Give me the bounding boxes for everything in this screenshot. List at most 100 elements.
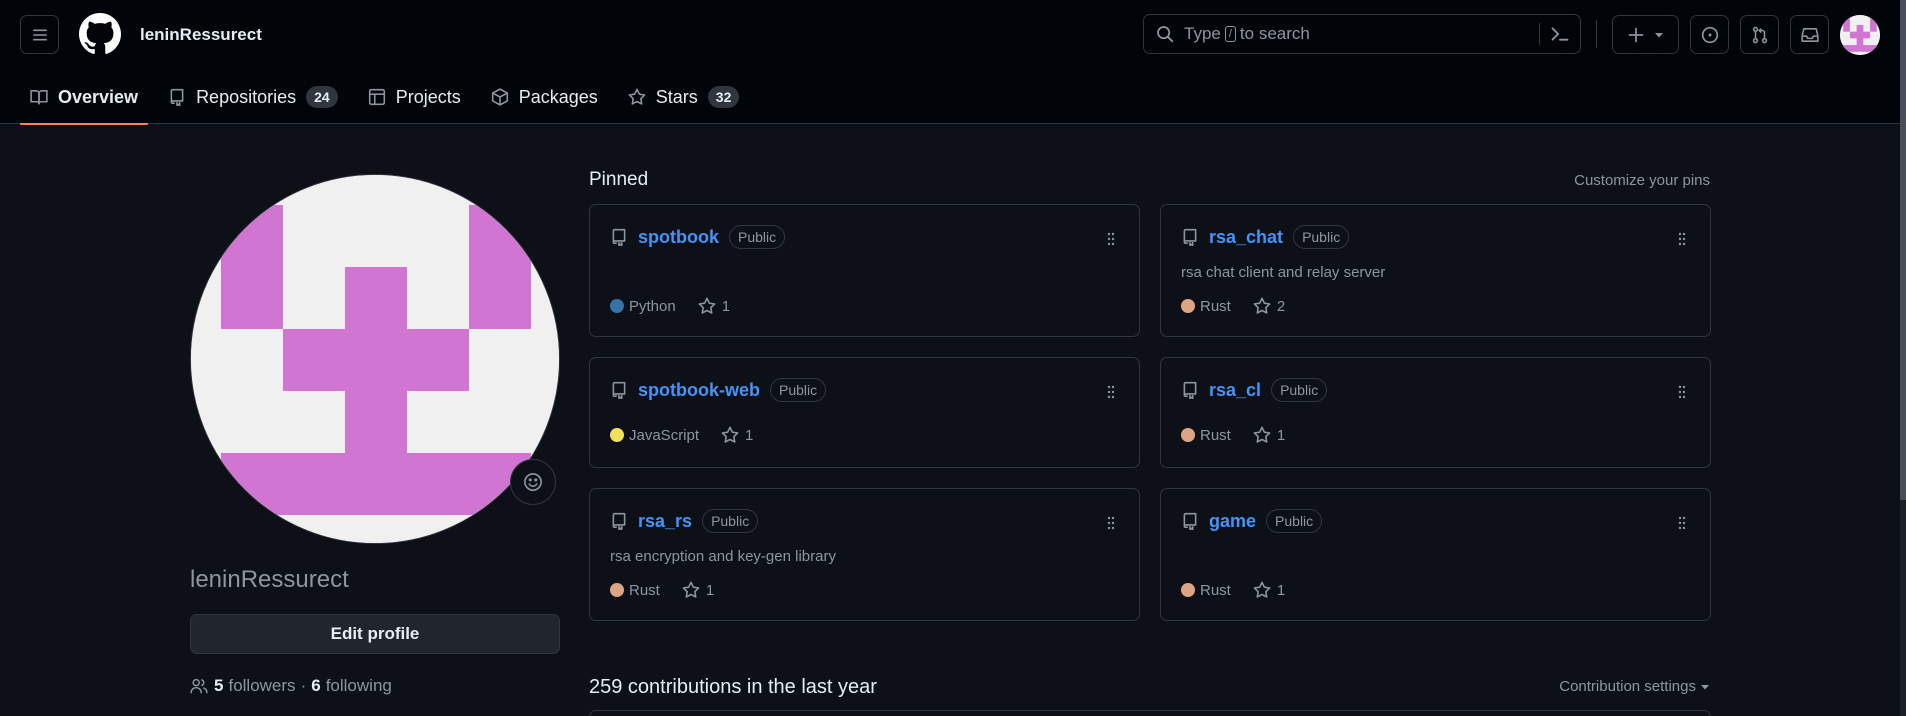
repo-name-link[interactable]: rsa_cl bbox=[1209, 380, 1261, 401]
menu-button[interactable] bbox=[20, 15, 59, 54]
grabber-icon[interactable] bbox=[1676, 231, 1688, 247]
repo-meta: JavaScript 1 bbox=[610, 426, 753, 444]
issue-opened-icon bbox=[1701, 26, 1719, 44]
repo-name-link[interactable]: game bbox=[1209, 511, 1256, 532]
repo-icon bbox=[1181, 228, 1199, 246]
pinned-repo-card: rsa_cl Public Rust 1 bbox=[1160, 357, 1711, 468]
repo-language: Rust bbox=[1200, 297, 1231, 315]
repo-card-header: spotbook-web Public bbox=[610, 378, 827, 402]
inbox-button[interactable] bbox=[1790, 15, 1829, 54]
package-icon bbox=[491, 88, 509, 106]
tab-projects[interactable]: Projects bbox=[358, 70, 471, 124]
repo-language: Rust bbox=[629, 581, 660, 599]
profile-avatar[interactable] bbox=[190, 174, 560, 544]
repo-stars-link[interactable]: 2 bbox=[1277, 298, 1285, 315]
header-separator bbox=[1596, 20, 1597, 48]
repo-stars-link[interactable]: 1 bbox=[706, 582, 714, 599]
repo-name-link[interactable]: rsa_rs bbox=[638, 511, 692, 532]
chevron-down-icon bbox=[1700, 682, 1710, 692]
language-color-dot bbox=[610, 583, 624, 597]
grabber-icon[interactable] bbox=[1676, 384, 1688, 400]
repo-meta: Python 1 bbox=[610, 297, 730, 315]
repo-stars-link[interactable]: 1 bbox=[745, 427, 753, 444]
followers-label: followers bbox=[228, 676, 296, 695]
github-logo-icon[interactable] bbox=[79, 13, 121, 55]
pull-requests-button[interactable] bbox=[1740, 15, 1779, 54]
repo-meta: Rust 1 bbox=[1181, 426, 1285, 444]
repo-meta: Rust 2 bbox=[1181, 297, 1285, 315]
git-pull-request-icon bbox=[1751, 26, 1769, 44]
contribution-graph-box bbox=[589, 710, 1711, 716]
customize-pins-link[interactable]: Customize your pins bbox=[1574, 172, 1710, 189]
language-color-dot bbox=[1181, 299, 1195, 313]
visibility-badge: Public bbox=[702, 509, 759, 533]
repo-description: rsa chat client and relay server bbox=[1181, 264, 1386, 281]
smiley-icon bbox=[523, 472, 543, 492]
repo-language: JavaScript bbox=[629, 426, 700, 444]
search-input[interactable]: Type / to search bbox=[1143, 14, 1581, 54]
repo-meta: Rust 1 bbox=[610, 581, 714, 599]
repo-name-link[interactable]: spotbook bbox=[638, 227, 719, 248]
language-color-dot bbox=[610, 428, 624, 442]
repo-stars-link[interactable]: 1 bbox=[1277, 582, 1285, 599]
followers-count: 5 bbox=[214, 676, 224, 695]
plus-icon bbox=[1628, 27, 1644, 43]
create-new-button[interactable] bbox=[1612, 15, 1679, 54]
following-link[interactable]: 6 following bbox=[311, 676, 392, 696]
following-label: following bbox=[325, 676, 392, 695]
identicon-icon bbox=[191, 175, 559, 543]
followers-link[interactable]: 5 followers bbox=[214, 676, 296, 696]
global-bar: leninRessurect Type / to search bbox=[0, 0, 1900, 70]
people-icon bbox=[190, 677, 208, 695]
visibility-badge: Public bbox=[770, 378, 827, 402]
set-status-button[interactable] bbox=[510, 459, 556, 505]
repo-stars-link[interactable]: 1 bbox=[1277, 427, 1285, 444]
pinned-repo-card: game Public Rust 1 bbox=[1160, 488, 1711, 621]
tab-repositories[interactable]: Repositories 24 bbox=[158, 70, 348, 124]
tab-overview[interactable]: Overview bbox=[20, 70, 149, 125]
grabber-icon[interactable] bbox=[1105, 515, 1117, 531]
tab-label: Projects bbox=[395, 86, 461, 107]
issues-button[interactable] bbox=[1690, 15, 1729, 54]
tab-stars[interactable]: Stars 32 bbox=[618, 70, 750, 124]
tab-label: Overview bbox=[58, 86, 139, 107]
app-header: leninRessurect Type / to search Overview… bbox=[0, 0, 1900, 125]
tab-label: Repositories bbox=[196, 86, 297, 107]
repo-name-link[interactable]: spotbook-web bbox=[638, 380, 760, 401]
following-count: 6 bbox=[311, 676, 321, 695]
chevron-down-icon bbox=[1654, 30, 1664, 40]
repo-description: rsa encryption and key-gen library bbox=[610, 548, 836, 565]
repo-icon bbox=[610, 381, 628, 399]
scrollbar-thumb[interactable] bbox=[1900, 0, 1906, 500]
header-username-link[interactable]: leninRessurect bbox=[140, 25, 262, 45]
repo-name-link[interactable]: rsa_chat bbox=[1209, 227, 1283, 248]
repo-icon bbox=[610, 228, 628, 246]
star-icon bbox=[1253, 581, 1271, 599]
contribution-settings-dropdown[interactable]: Contribution settings bbox=[1559, 678, 1710, 695]
language-color-dot bbox=[1181, 428, 1195, 442]
page-scrollbar[interactable] bbox=[1900, 0, 1906, 716]
inbox-icon bbox=[1800, 26, 1819, 44]
stars-count-badge: 32 bbox=[707, 86, 740, 108]
identicon-icon bbox=[1840, 15, 1880, 55]
repo-icon bbox=[168, 88, 186, 106]
language-color-dot bbox=[1181, 583, 1195, 597]
visibility-badge: Public bbox=[729, 225, 786, 249]
pinned-repo-card: rsa_rs Public rsa encryption and key-gen… bbox=[589, 488, 1140, 621]
tab-label: Stars bbox=[655, 86, 698, 107]
repo-meta: Rust 1 bbox=[1181, 581, 1285, 599]
edit-profile-button[interactable]: Edit profile bbox=[190, 614, 560, 654]
pinned-repo-card: spotbook-web Public JavaScript 1 bbox=[589, 357, 1140, 468]
grabber-icon[interactable] bbox=[1676, 515, 1688, 531]
repo-stars-link[interactable]: 1 bbox=[722, 298, 730, 315]
grabber-icon[interactable] bbox=[1105, 231, 1117, 247]
repo-icon bbox=[1181, 512, 1199, 530]
command-palette-icon[interactable] bbox=[1550, 24, 1570, 44]
repo-card-header: spotbook Public bbox=[610, 225, 786, 249]
table-icon bbox=[368, 88, 386, 106]
tab-packages[interactable]: Packages bbox=[481, 70, 608, 124]
grabber-icon[interactable] bbox=[1105, 384, 1117, 400]
repo-card-header: rsa_rs Public bbox=[610, 509, 759, 533]
user-avatar-menu[interactable] bbox=[1840, 15, 1880, 55]
search-placeholder-before: Type bbox=[1184, 24, 1221, 43]
